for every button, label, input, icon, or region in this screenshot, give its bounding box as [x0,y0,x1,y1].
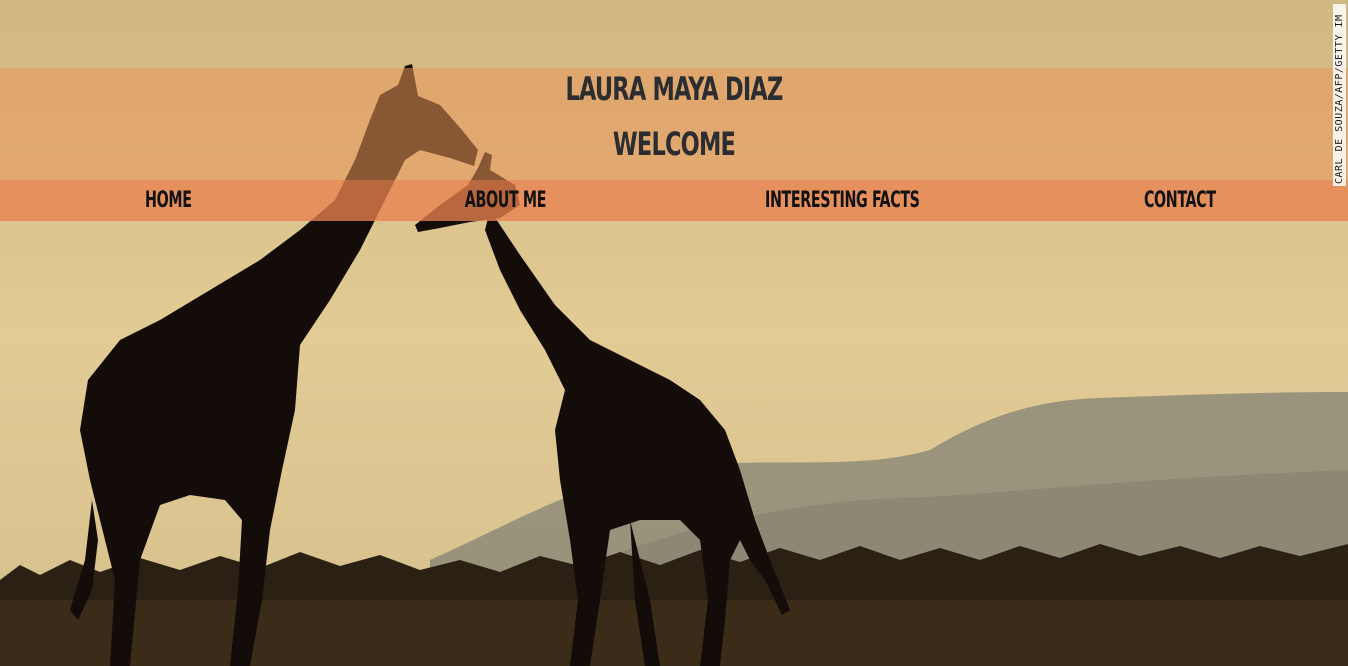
nav-about-link[interactable]: ABOUT ME [337,180,674,221]
nav-about-label: ABOUT ME [464,188,547,213]
site-name: LAURA MAYA DIAZ [565,70,783,108]
nav-facts-label: INTERESTING FACTS [765,188,920,213]
page: LAURA MAYA DIAZ WELCOME HOME ABOUT ME IN… [0,0,1348,666]
nav-facts-link[interactable]: INTERESTING FACTS [674,180,1011,221]
nav-contact-label: CONTACT [1143,188,1216,213]
image-credit: CARL DE SOUZA/AFP/GETTY IM [1333,4,1346,186]
main-nav: HOME ABOUT ME INTERESTING FACTS CONTACT [0,180,1348,221]
nav-contact-link[interactable]: CONTACT [1011,180,1348,221]
welcome-heading: WELCOME [612,125,736,163]
nav-home-link[interactable]: HOME [0,180,337,221]
nav-home-label: HOME [145,188,192,213]
